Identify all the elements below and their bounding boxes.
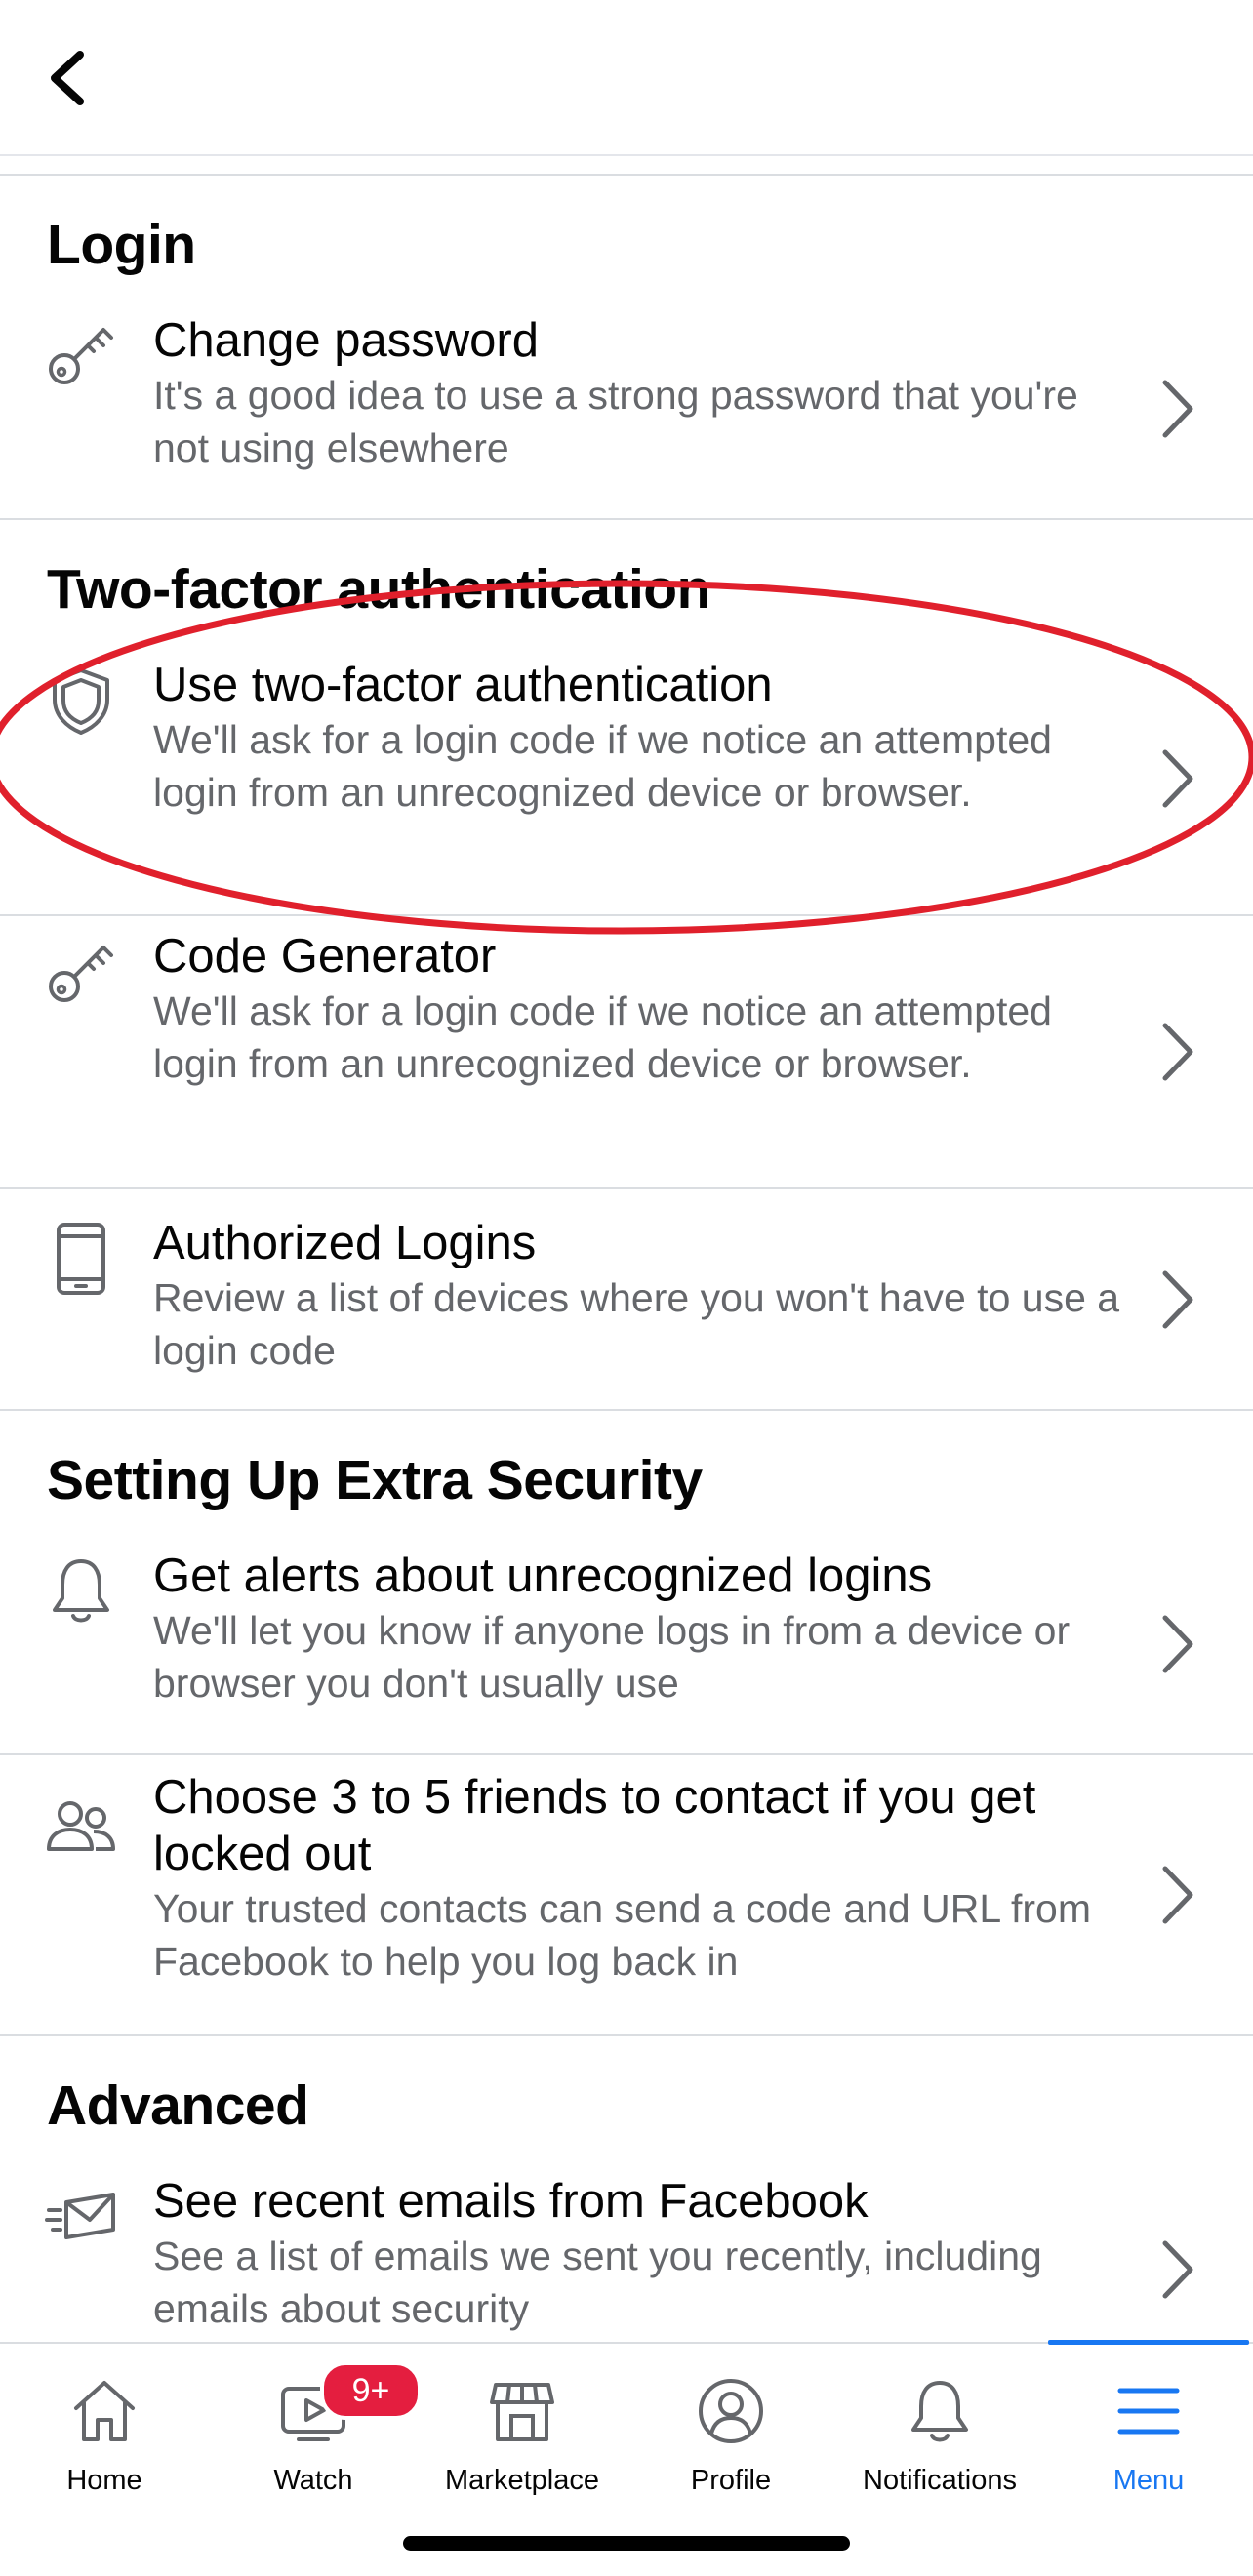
- home-icon: [74, 2381, 135, 2441]
- shield-icon: [53, 668, 109, 735]
- section-heading-extra-security: Setting Up Extra Security: [0, 1411, 1253, 1534]
- chevron-right-icon: [1162, 1270, 1193, 1329]
- section-title: Setting Up Extra Security: [47, 1449, 703, 1511]
- row-description: It's a good idea to use a strong passwor…: [153, 373, 1078, 470]
- tab-watch[interactable]: 9+ Watch: [209, 2344, 422, 2500]
- tab-home[interactable]: Home: [0, 2344, 209, 2500]
- row-description: Your trusted contacts can send a code an…: [153, 1886, 1092, 1984]
- row-title: Change password: [153, 314, 539, 367]
- section-title: Two-factor authentication: [47, 558, 710, 621]
- section-heading-login: Login: [0, 176, 1253, 299]
- marketplace-icon: [490, 2383, 554, 2441]
- home-indicator: [403, 2536, 850, 2551]
- chevron-right-icon: [1162, 1615, 1193, 1673]
- section-title: Login: [47, 214, 196, 276]
- profile-icon: [699, 2379, 763, 2443]
- chevron-right-icon: [1162, 380, 1193, 438]
- phone-icon: [57, 1223, 105, 1295]
- row-title: Choose 3 to 5 friends to contact if you …: [153, 1771, 1036, 1880]
- row-title: Get alerts about unrecognized logins: [153, 1550, 933, 1602]
- tab-profile[interactable]: Profile: [626, 2344, 835, 2500]
- row-title: Code Generator: [153, 930, 497, 983]
- chevron-right-icon: [1162, 749, 1193, 808]
- row-description: We'll ask for a login code if we notice …: [153, 717, 1052, 815]
- tab-marketplace[interactable]: Marketplace: [418, 2344, 626, 2500]
- envelope-icon: [45, 2193, 115, 2239]
- top-bar: [0, 0, 1253, 156]
- notification-badge: 9+: [320, 2361, 422, 2420]
- row-authorized-logins[interactable]: Authorized Logins Review a list of devic…: [0, 1189, 1253, 1411]
- section-heading-two-factor: Two-factor authentication: [0, 520, 1253, 643]
- tab-label: Profile: [690, 2465, 772, 2496]
- section-title: Advanced: [47, 2074, 309, 2137]
- tab-label: Menu: [1112, 2465, 1185, 2496]
- tab-label: Watch: [273, 2465, 353, 2496]
- section-heading-advanced: Advanced: [0, 2036, 1253, 2159]
- active-tab-indicator: [1048, 2340, 1249, 2345]
- row-code-generator[interactable]: Code Generator We'll ask for a login cod…: [0, 916, 1253, 1189]
- key-icon: [49, 946, 113, 1002]
- row-use-two-factor[interactable]: Use two-factor authentication We'll ask …: [0, 643, 1253, 916]
- row-title: Authorized Logins: [153, 1217, 537, 1269]
- row-login-alerts[interactable]: Get alerts about unrecognized logins We'…: [0, 1534, 1253, 1755]
- tab-label: Notifications: [863, 2465, 1017, 2496]
- chevron-right-icon: [1162, 1866, 1193, 1924]
- row-description: We'll ask for a login code if we notice …: [153, 988, 1052, 1086]
- friends-icon: [47, 1801, 115, 1851]
- menu-icon: [1117, 2388, 1180, 2435]
- security-settings-list: Login Change password It's a good idea t…: [0, 176, 1253, 2381]
- tab-menu[interactable]: Menu: [1044, 2340, 1253, 2500]
- row-description: We'll let you know if anyone logs in fro…: [153, 1608, 1071, 1706]
- row-trusted-contacts[interactable]: Choose 3 to 5 friends to contact if you …: [0, 1755, 1253, 2036]
- chevron-right-icon: [1162, 2240, 1193, 2299]
- tab-label: Marketplace: [445, 2465, 599, 2496]
- row-title: Use two-factor authentication: [153, 659, 773, 711]
- row-description: Review a list of devices where you won't…: [153, 1275, 1120, 1373]
- key-icon: [49, 328, 113, 384]
- bell-icon: [911, 2381, 968, 2442]
- bell-icon: [53, 1559, 109, 1623]
- chevron-left-icon: [51, 51, 84, 105]
- row-title: See recent emails from Facebook: [153, 2175, 869, 2228]
- chevron-right-icon: [1162, 1023, 1193, 1081]
- tab-notifications[interactable]: Notifications: [835, 2344, 1044, 2500]
- back-button[interactable]: [45, 49, 92, 107]
- row-description: See a list of emails we sent you recentl…: [153, 2234, 1042, 2331]
- tab-label: Home: [66, 2465, 142, 2496]
- row-change-password[interactable]: Change password It's a good idea to use …: [0, 299, 1253, 520]
